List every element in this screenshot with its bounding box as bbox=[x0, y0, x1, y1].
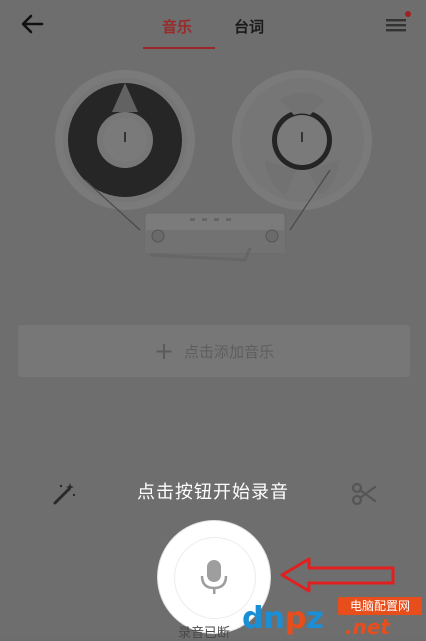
record-status-text: 录音已断 bbox=[178, 626, 231, 641]
watermark-logo-part-1: dn bbox=[242, 601, 285, 636]
left-reel bbox=[55, 70, 195, 210]
tape-head bbox=[144, 212, 286, 262]
tape-deck-illustration bbox=[55, 70, 372, 262]
watermark-site-name: 电脑配置网 bbox=[338, 597, 422, 615]
watermark-suffix: .net bbox=[345, 615, 390, 639]
watermark-logo: dnpz bbox=[242, 601, 324, 637]
tab-music[interactable]: 音乐 bbox=[162, 16, 192, 37]
back-arrow-icon[interactable] bbox=[18, 10, 46, 38]
microphone-icon bbox=[200, 560, 228, 594]
watermark-logo-part-2: p bbox=[284, 601, 307, 636]
plus-icon: + bbox=[153, 337, 175, 365]
notification-dot bbox=[405, 11, 411, 17]
recorder-screen: 音乐 台词 + 点击添加音乐 点击按钮开始录音 录音已断 电脑配置网 dnpz … bbox=[0, 0, 426, 641]
scissors-icon[interactable] bbox=[350, 480, 378, 508]
active-tab-indicator bbox=[143, 47, 215, 49]
right-reel bbox=[232, 70, 372, 210]
add-music-label: 点击添加音乐 bbox=[184, 342, 275, 361]
menu-icon[interactable] bbox=[384, 14, 410, 36]
add-music-button[interactable]: + 点击添加音乐 bbox=[18, 325, 410, 377]
top-bar: 音乐 台词 bbox=[0, 0, 426, 52]
watermark-logo-part-3: z bbox=[306, 601, 324, 636]
annotation-arrow-icon bbox=[280, 557, 395, 593]
tab-lyrics[interactable]: 台词 bbox=[234, 16, 264, 37]
